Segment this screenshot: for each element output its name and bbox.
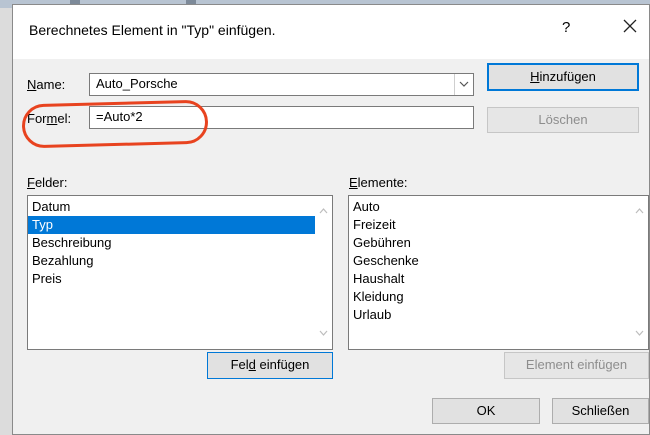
elements-list: Auto Freizeit Gebühren Geschenke Haushal… [349,196,648,324]
insert-calculated-item-dialog: Berechnetes Element in "Typ" einfügen. ?… [12,4,650,435]
insert-element-button[interactable]: Element einfügen [504,352,649,379]
red-annotation-circle [21,99,209,149]
element-item-auto[interactable]: Auto [349,198,648,216]
add-button-accesskey: H [530,69,540,84]
chevron-down-icon [459,81,469,87]
scroll-down-icon[interactable] [635,330,644,336]
fields-label: Felder: [27,175,67,190]
field-item-typ[interactable]: Typ [28,216,315,234]
close-icon[interactable] [619,15,641,37]
name-label-accesskey: N [27,77,37,92]
fields-scrollbar[interactable] [315,196,332,349]
field-item-preis[interactable]: Preis [28,270,332,288]
name-label: Name: [27,77,65,92]
elements-listbox[interactable]: Auto Freizeit Gebühren Geschenke Haushal… [348,195,649,350]
ok-button[interactable]: OK [432,398,540,424]
field-item-datum[interactable]: Datum [28,198,332,216]
add-button-label: inzufügen [539,69,596,84]
add-button[interactable]: Hinzufügen [487,63,639,91]
field-item-beschreibung[interactable]: Beschreibung [28,234,332,252]
elements-label-rest: lemente: [357,175,408,190]
title-bar: Berechnetes Element in "Typ" einfügen. ? [13,5,649,59]
fields-list: Datum Typ Beschreibung Bezahlung Preis [28,196,332,288]
insert-field-label-pre: Fel [230,357,249,372]
scroll-up-icon[interactable] [319,208,328,214]
elements-label-accesskey: E [349,175,358,190]
name-combobox[interactable]: Auto_Porsche [89,73,474,96]
element-item-geschenke[interactable]: Geschenke [349,252,648,270]
element-item-freizeit[interactable]: Freizeit [349,216,648,234]
name-label-rest: ame: [36,77,66,92]
fields-label-rest: elder: [34,175,68,190]
close-button[interactable]: Schließen [552,398,649,424]
name-value: Auto_Porsche [96,76,178,91]
element-item-gebuehren[interactable]: Gebühren [349,234,648,252]
delete-button[interactable]: Löschen [487,107,639,133]
insert-field-accesskey: d [248,357,256,372]
insert-field-button[interactable]: Feld einfügen [207,352,333,379]
elements-label: Elemente: [349,175,408,190]
combo-dropdown-button[interactable] [454,74,473,95]
fields-label-accesskey: F [27,175,35,190]
help-button[interactable]: ? [562,19,570,36]
scroll-up-icon[interactable] [635,208,644,214]
element-item-urlaub[interactable]: Urlaub [349,306,648,324]
scroll-down-icon[interactable] [319,330,328,336]
fields-listbox[interactable]: Datum Typ Beschreibung Bezahlung Preis [27,195,333,350]
insert-field-label-rest: einfügen [255,357,310,372]
elements-scrollbar[interactable] [631,196,648,349]
element-item-haushalt[interactable]: Haushalt [349,270,648,288]
element-item-kleidung[interactable]: Kleidung [349,288,648,306]
dialog-title: Berechnetes Element in "Typ" einfügen. [29,22,276,38]
field-item-bezahlung[interactable]: Bezahlung [28,252,332,270]
